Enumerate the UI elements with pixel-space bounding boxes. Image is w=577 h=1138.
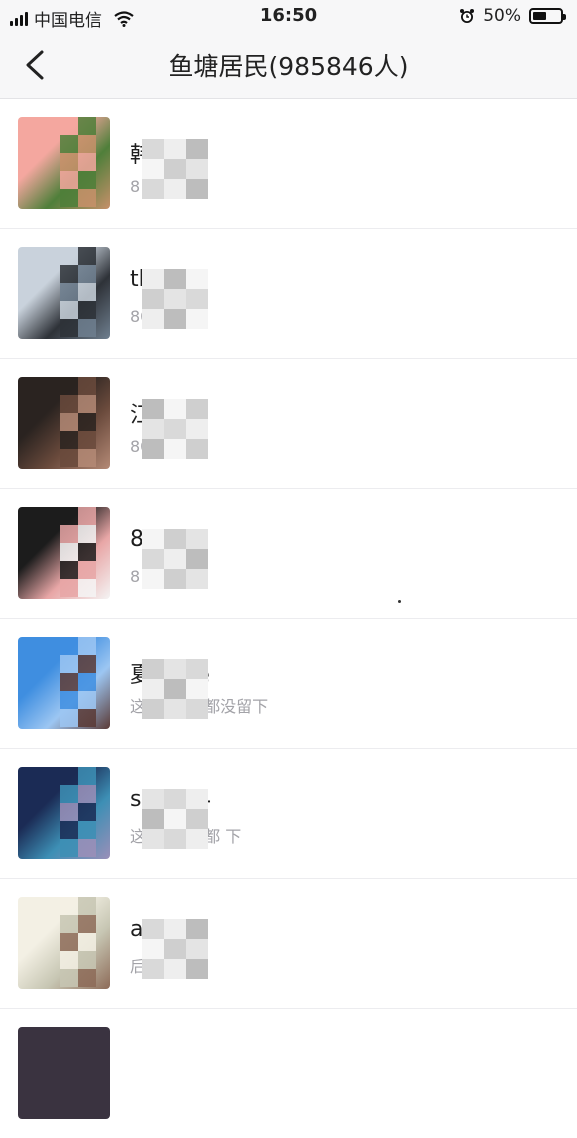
member-row[interactable]: sam n4这 懒，什 都 下 [0,749,577,879]
avatar-mosaic [60,767,96,859]
avatar[interactable] [18,507,110,599]
name-mosaic [142,269,208,329]
member-row[interactable]: 夏es lle这 懒，什 都没留下 [0,619,577,749]
stray-dot [398,600,401,603]
avatar[interactable] [18,637,110,729]
member-row[interactable]: 江80 座 [0,359,577,489]
avatar[interactable] [18,767,110,859]
member-row[interactable]: 888 座 [0,489,577,619]
name-mosaic [142,919,208,979]
status-bar: 中国电信 16:50 50% [0,0,577,32]
member-row-partial[interactable] [0,1009,577,1138]
member-row[interactable]: andon后 座 [0,879,577,1009]
name-mosaic [142,529,208,589]
avatar-mosaic [60,247,96,339]
name-mosaic [142,789,208,849]
name-mosaic [142,139,208,199]
page-title: 鱼塘居民(985846人) [168,52,409,81]
navigation-bar: 鱼塘居民(985846人) [0,32,577,99]
avatar[interactable] [18,247,110,339]
avatar[interactable] [18,377,110,469]
status-right: 50% [459,6,566,26]
name-mosaic [142,659,208,719]
avatar-mosaic [60,377,96,469]
avatar[interactable] [18,1027,110,1119]
avatar-mosaic [60,637,96,729]
member-list: 韩塘主8 座th st80 座江80 座888 座夏es lle这 懒，什 都没… [0,99,577,1138]
battery-percent: 50% [483,6,521,26]
name-mosaic [142,399,208,459]
member-row[interactable]: th st80 座 [0,229,577,359]
avatar[interactable] [18,897,110,989]
avatar-mosaic [60,117,96,209]
avatar-mosaic [60,897,96,989]
avatar[interactable] [18,117,110,209]
avatar-mosaic [60,507,96,599]
battery-icon [529,8,566,24]
alarm-icon [460,9,475,23]
member-row[interactable]: 韩塘主8 座 [0,99,577,229]
